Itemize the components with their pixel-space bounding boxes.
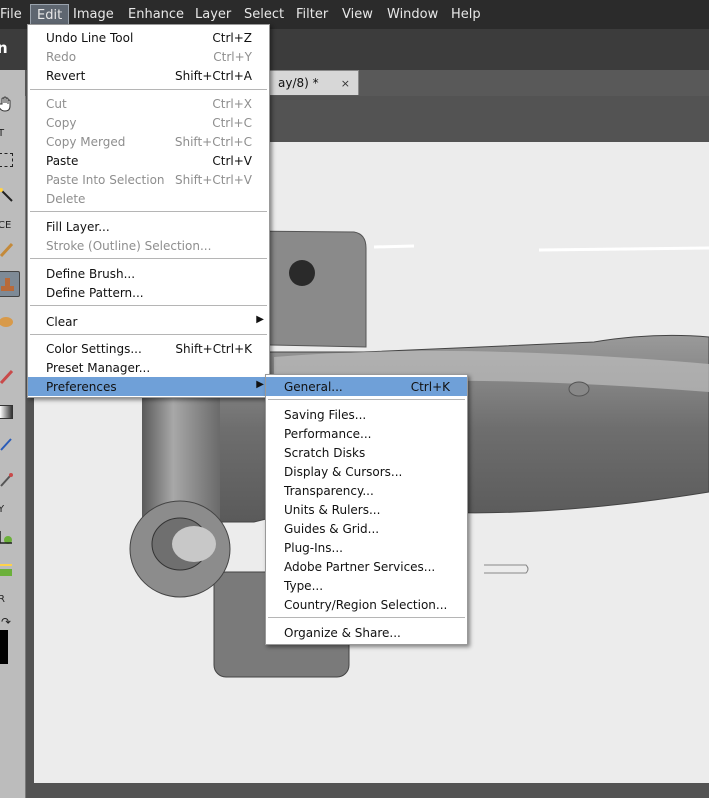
- tool-name-label: n: [0, 39, 8, 57]
- menu-file[interactable]: File: [0, 0, 28, 29]
- line-tool-icon[interactable]: [0, 432, 18, 456]
- menu-item-adobe-partner-services[interactable]: Adobe Partner Services...: [266, 557, 467, 576]
- submenu-arrow-icon: ▶: [256, 379, 264, 390]
- menu-item-redo[interactable]: Redo Ctrl+Y: [28, 47, 269, 66]
- crop-tool-icon[interactable]: [0, 526, 18, 550]
- menu-item-undo[interactable]: Undo Line Tool Ctrl+Z: [28, 28, 269, 47]
- marquee-tool-icon[interactable]: [0, 148, 18, 172]
- section-label-color: R: [0, 594, 5, 605]
- menu-item-paste-into-selection[interactable]: Paste Into Selection Shift+Ctrl+V: [28, 170, 269, 189]
- menu-item-transparency[interactable]: Transparency...: [266, 481, 467, 500]
- menu-item-scratch-disks[interactable]: Scratch Disks: [266, 443, 467, 462]
- menu-item-performance[interactable]: Performance...: [266, 424, 467, 443]
- menu-window[interactable]: Window: [381, 0, 444, 29]
- menu-separator: [30, 305, 267, 306]
- menu-item-color-settings[interactable]: Color Settings... Shift+Ctrl+K: [28, 339, 269, 358]
- menu-item-display-cursors[interactable]: Display & Cursors...: [266, 462, 467, 481]
- menu-item-units-rulers[interactable]: Units & Rulers...: [266, 500, 467, 519]
- pencil-tool-icon[interactable]: [0, 365, 18, 389]
- menu-item-general[interactable]: General... Ctrl+K: [266, 377, 467, 396]
- magic-wand-tool-icon[interactable]: [0, 183, 18, 207]
- menu-separator: [268, 399, 465, 400]
- sponge-tool-icon[interactable]: [0, 310, 18, 334]
- menu-item-define-brush[interactable]: Define Brush...: [28, 264, 269, 283]
- menu-separator: [30, 89, 267, 90]
- stamp-tool-icon[interactable]: [0, 271, 20, 297]
- menu-item-preset-manager[interactable]: Preset Manager...: [28, 358, 269, 377]
- menu-item-country-region[interactable]: Country/Region Selection...: [266, 595, 467, 614]
- section-label-modify: Y: [0, 504, 5, 515]
- eyedropper-tool-icon[interactable]: [0, 468, 18, 492]
- brush-tool-icon[interactable]: [0, 238, 18, 262]
- preferences-submenu: General... Ctrl+K Saving Files... Perform…: [265, 374, 468, 645]
- menu-separator: [30, 258, 267, 259]
- gradient-tool-icon[interactable]: [0, 400, 18, 424]
- menu-separator: [30, 211, 267, 212]
- menu-separator: [268, 617, 465, 618]
- menu-item-copy[interactable]: Copy Ctrl+C: [28, 113, 269, 132]
- close-tab-icon[interactable]: ×: [341, 71, 350, 96]
- menu-item-copy-merged[interactable]: Copy Merged Shift+Ctrl+C: [28, 132, 269, 151]
- document-tab[interactable]: ay/8) * ×: [255, 70, 359, 95]
- menu-item-guides-grid[interactable]: Guides & Grid...: [266, 519, 467, 538]
- menu-item-fill-layer[interactable]: Fill Layer...: [28, 217, 269, 236]
- menu-item-cut[interactable]: Cut Ctrl+X: [28, 94, 269, 113]
- recompose-tool-icon[interactable]: [0, 558, 18, 582]
- menu-separator: [30, 334, 267, 335]
- menu-item-saving-files[interactable]: Saving Files...: [266, 405, 467, 424]
- menu-item-delete[interactable]: Delete: [28, 189, 269, 208]
- menu-item-define-pattern[interactable]: Define Pattern...: [28, 283, 269, 302]
- foreground-color-swatch[interactable]: [0, 630, 8, 664]
- menu-item-paste[interactable]: Paste Ctrl+V: [28, 151, 269, 170]
- menu-item-revert[interactable]: Revert Shift+Ctrl+A: [28, 66, 269, 85]
- menu-view[interactable]: View: [336, 0, 379, 29]
- menu-item-preferences[interactable]: Preferences ▶: [28, 377, 269, 396]
- menu-help[interactable]: Help: [445, 0, 487, 29]
- document-tab-title: ay/8) *: [278, 76, 319, 90]
- edit-menu: Undo Line Tool Ctrl+Z Redo Ctrl+Y Revert Sh…: [27, 24, 270, 398]
- menu-item-plug-ins[interactable]: Plug-Ins...: [266, 538, 467, 557]
- menu-item-organize-share[interactable]: Organize & Share...: [266, 623, 467, 642]
- menu-item-stroke-selection[interactable]: Stroke (Outline) Selection...: [28, 236, 269, 255]
- menu-filter[interactable]: Filter: [290, 0, 334, 29]
- toolbox: T CE Y R ↷: [0, 70, 26, 798]
- section-label-select: T: [0, 128, 5, 139]
- hand-tool-icon[interactable]: [0, 92, 18, 116]
- section-label-enhance: CE: [0, 220, 12, 231]
- submenu-arrow-icon: ▶: [256, 314, 264, 325]
- menu-item-type[interactable]: Type...: [266, 576, 467, 595]
- menu-item-clear[interactable]: Clear ▶: [28, 312, 269, 331]
